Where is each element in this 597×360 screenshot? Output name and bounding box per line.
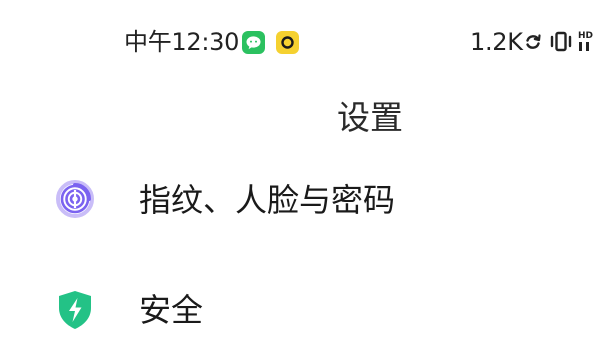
hd-label: HD (578, 31, 593, 41)
network-speed: 1.2K (470, 28, 523, 56)
page-title: 设置 (337, 98, 403, 137)
hd-icon: HD (577, 28, 595, 56)
wechat-icon (242, 31, 265, 54)
status-bar: 中午12:30 1.2K HD (0, 0, 597, 84)
settings-item-label: 安全 (139, 291, 204, 329)
settings-item-security[interactable]: 安全 (0, 264, 597, 354)
sync-icon (523, 32, 543, 56)
status-time: 中午12:30 (124, 28, 240, 56)
settings-item-fingerprint-face-password[interactable]: 指纹、人脸与密码 (0, 154, 597, 244)
settings-item-label: 指纹、人脸与密码 (139, 181, 396, 219)
security-shield-icon (55, 289, 95, 335)
fingerprint-icon (55, 179, 95, 223)
yellow-app-icon (276, 31, 299, 54)
vibrate-icon (549, 30, 573, 58)
